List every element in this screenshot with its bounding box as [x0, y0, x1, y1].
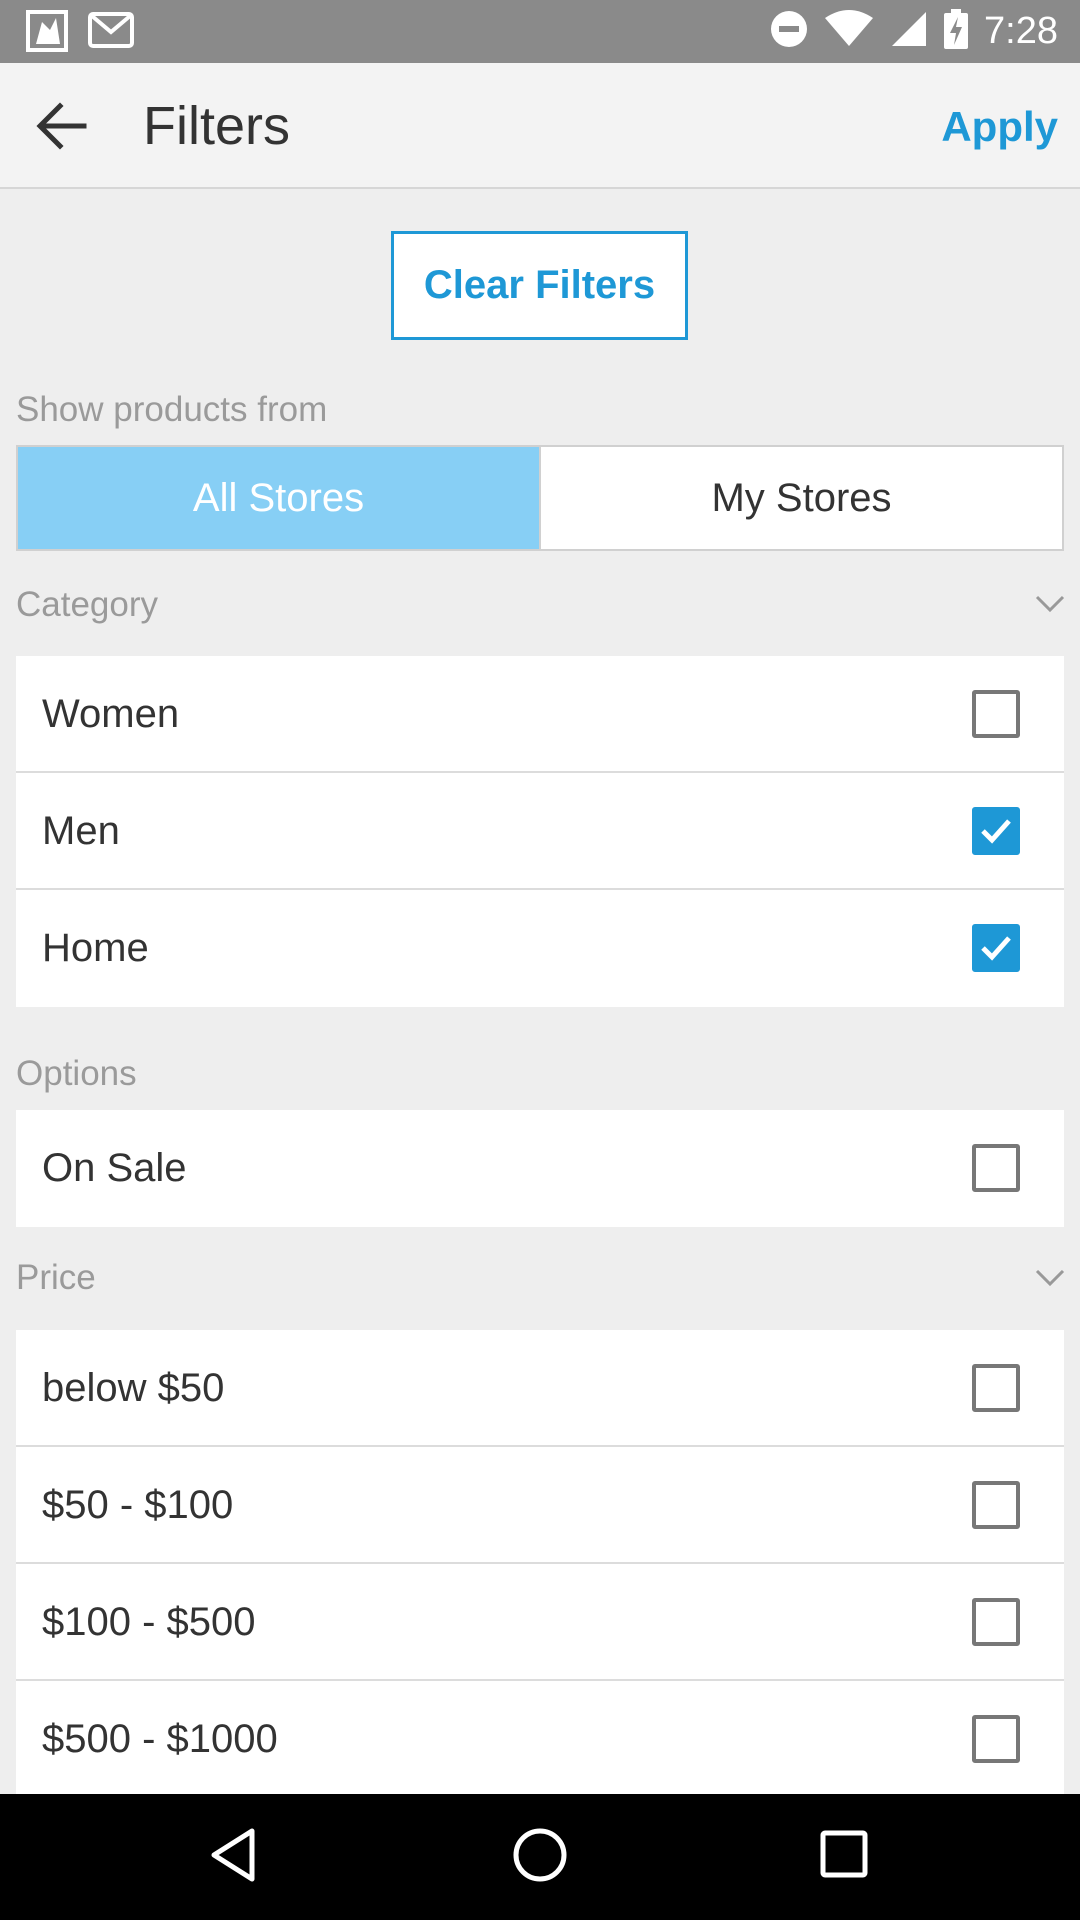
toolbar: Filters Apply: [0, 63, 1080, 189]
100-500-checkbox[interactable]: [972, 1598, 1020, 1646]
store-segmented-control: All Stores My Stores: [16, 445, 1064, 551]
navigation-bar: [0, 1794, 1080, 1920]
options-list: On Sale: [16, 1110, 1064, 1227]
show-products-label: Show products from: [16, 390, 328, 429]
below-50-checkbox[interactable]: [972, 1364, 1020, 1412]
list-item-label: Men: [42, 809, 120, 853]
price-item-below-50[interactable]: below $50: [16, 1330, 1064, 1447]
nav-back-button[interactable]: [208, 1827, 258, 1888]
list-item-label: Home: [42, 926, 149, 970]
category-item-home[interactable]: Home: [16, 890, 1064, 1007]
battery-charging-icon: [944, 9, 969, 54]
do-not-disturb-icon: [770, 10, 808, 53]
on-sale-checkbox[interactable]: [972, 1144, 1020, 1192]
option-item-on-sale[interactable]: On Sale: [16, 1110, 1064, 1227]
page-title: Filters: [143, 96, 290, 156]
status-time: 7:28: [984, 10, 1058, 52]
list-item-label: below $50: [42, 1366, 225, 1410]
my-stores-button[interactable]: My Stores: [539, 447, 1062, 549]
home-checkbox[interactable]: [972, 924, 1020, 972]
apply-button[interactable]: Apply: [941, 103, 1058, 151]
wifi-icon: [824, 10, 874, 53]
category-header: Category: [16, 585, 159, 624]
all-stores-button[interactable]: All Stores: [18, 447, 539, 549]
recents-square-icon: [820, 1830, 868, 1878]
checkmark-icon: [981, 819, 1011, 844]
clear-filters-button[interactable]: Clear Filters: [391, 231, 688, 340]
500-1000-checkbox[interactable]: [972, 1715, 1020, 1763]
men-checkbox[interactable]: [972, 807, 1020, 855]
signal-icon: [890, 10, 928, 53]
category-item-women[interactable]: Women: [16, 656, 1064, 773]
list-item-label: $100 - $500: [42, 1600, 256, 1644]
list-item-label: $500 - $1000: [42, 1717, 278, 1761]
checkmark-icon: [981, 936, 1011, 961]
price-item-500-1000[interactable]: $500 - $1000: [16, 1681, 1064, 1794]
photo-notification-icon: [26, 10, 68, 57]
status-bar: 7:28: [0, 0, 1080, 63]
options-header: Options: [16, 1054, 137, 1093]
women-checkbox[interactable]: [972, 690, 1020, 738]
price-item-50-100[interactable]: $50 - $100: [16, 1447, 1064, 1564]
category-list: Women Men Home: [16, 656, 1064, 1007]
home-circle-icon: [513, 1828, 567, 1882]
nav-recents-button[interactable]: [820, 1830, 868, 1883]
arrow-back-icon: [36, 102, 87, 150]
nav-home-button[interactable]: [512, 1827, 568, 1888]
chevron-down-icon[interactable]: [1034, 1268, 1066, 1288]
back-triangle-icon: [211, 1828, 255, 1882]
chevron-down-icon[interactable]: [1034, 594, 1066, 614]
price-header: Price: [16, 1258, 96, 1297]
50-100-checkbox[interactable]: [972, 1481, 1020, 1529]
list-item-label: $50 - $100: [42, 1483, 234, 1527]
price-list: below $50 $50 - $100 $100 - $500 $500 - …: [16, 1330, 1064, 1794]
list-item-label: Women: [42, 692, 180, 736]
back-button[interactable]: [34, 100, 90, 152]
gmail-icon: [88, 10, 134, 57]
category-item-men[interactable]: Men: [16, 773, 1064, 890]
price-item-100-500[interactable]: $100 - $500: [16, 1564, 1064, 1681]
list-item-label: On Sale: [42, 1146, 187, 1190]
